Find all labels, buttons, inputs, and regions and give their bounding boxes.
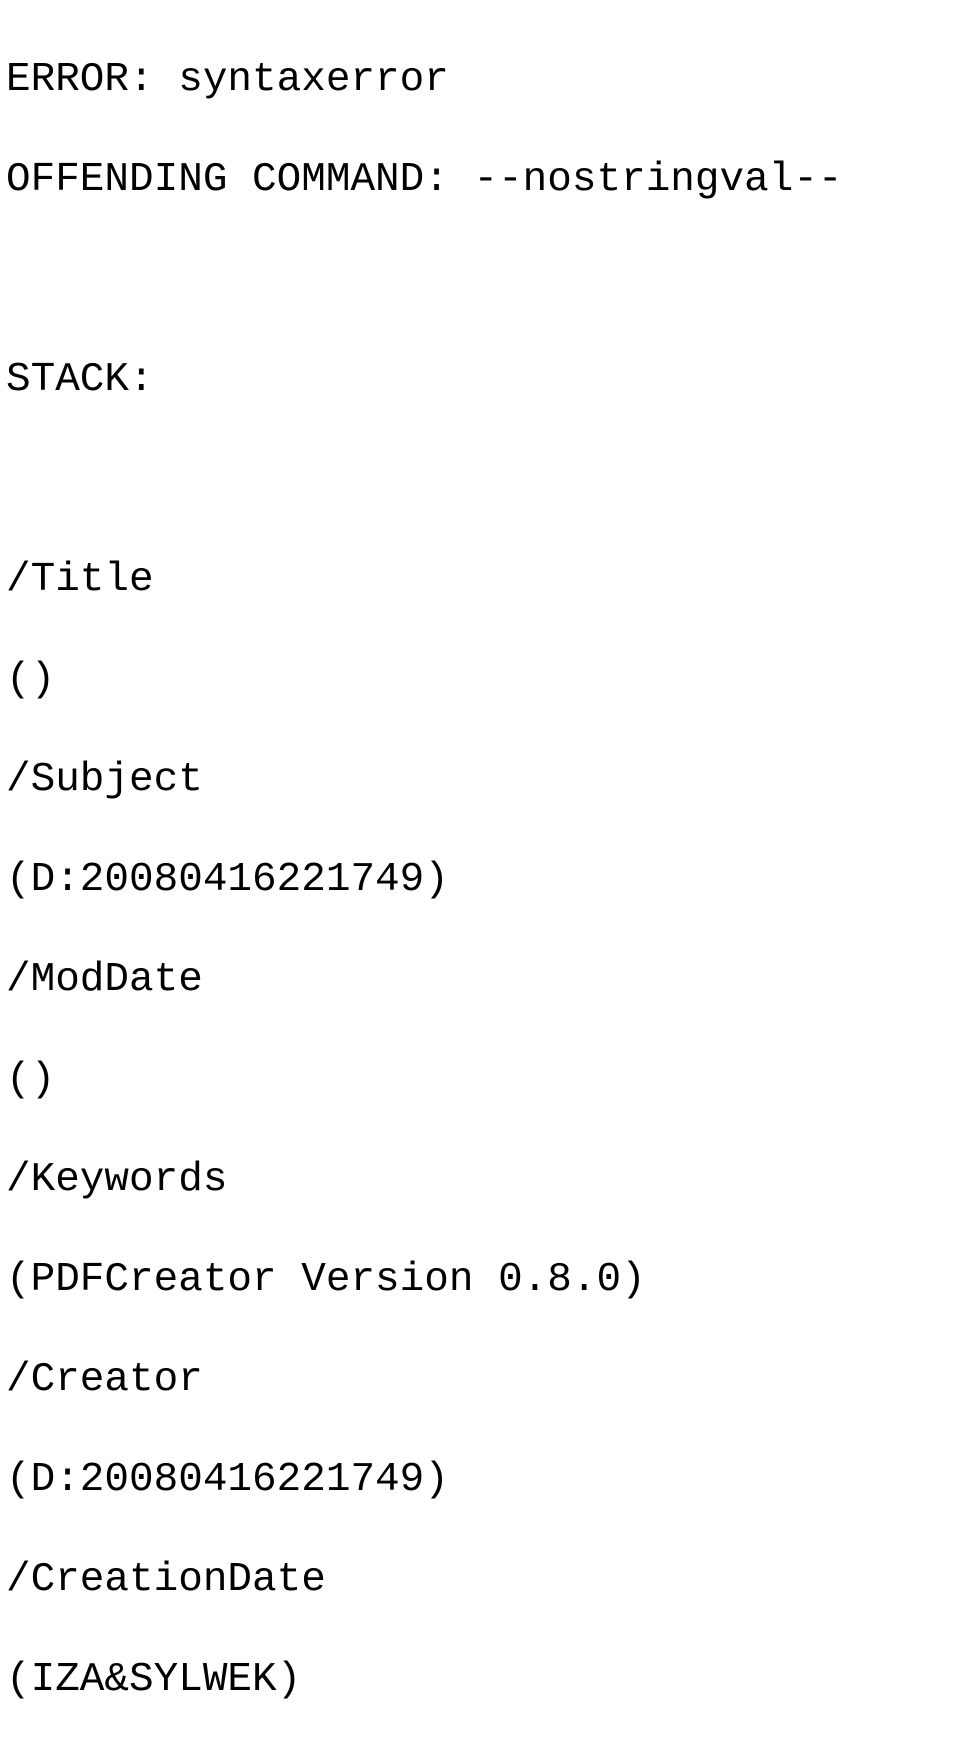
blank-line: [6, 255, 954, 305]
stack-item: /Keywords: [6, 1155, 954, 1205]
stack-item: /Title: [6, 555, 954, 605]
error-page: ERROR: syntaxerror OFFENDING COMMAND: --…: [0, 0, 960, 1758]
stack-item: /Creator: [6, 1355, 954, 1405]
stack-item: (): [6, 1055, 954, 1105]
stack-item: (IZA&SYLWEK): [6, 1655, 954, 1705]
blank-line: [6, 455, 954, 505]
stack-item: (D:20080416221749): [6, 1455, 954, 1505]
stack-item: (PDFCreator Version 0.8.0): [6, 1255, 954, 1305]
error-line: ERROR: syntaxerror: [6, 55, 954, 105]
stack-item: /ModDate: [6, 955, 954, 1005]
stack-item: /CreationDate: [6, 1555, 954, 1605]
offending-command-line: OFFENDING COMMAND: --nostringval--: [6, 155, 954, 205]
stack-item: (): [6, 655, 954, 705]
stack-item: /Subject: [6, 755, 954, 805]
stack-item: (D:20080416221749): [6, 855, 954, 905]
stack-header: STACK:: [6, 355, 954, 405]
stack-item: /Author: [6, 1756, 954, 1758]
